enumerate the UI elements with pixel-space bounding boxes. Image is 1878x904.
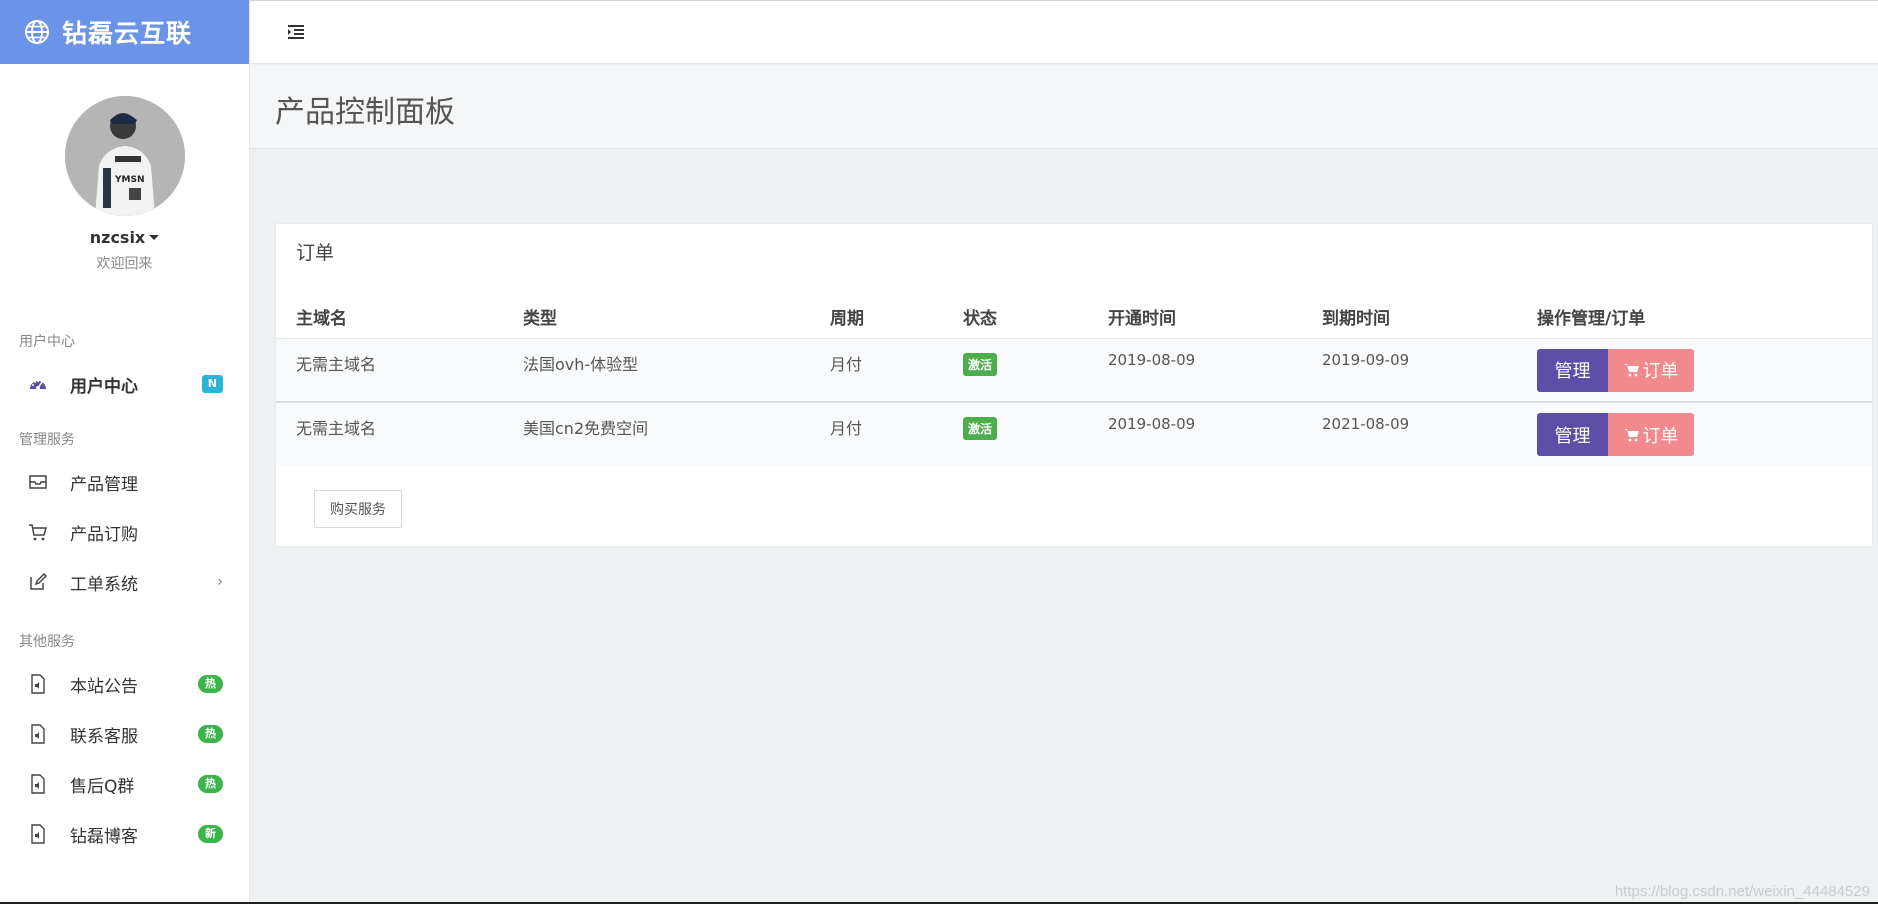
sidebar-item-label: 产品订购: [70, 524, 138, 545]
cell-end-date: 2019-09-09: [1322, 350, 1410, 369]
hot-badge: 热: [198, 725, 223, 743]
column-header: 状态: [963, 309, 997, 330]
globe-icon: [25, 20, 49, 44]
action-button-group: 管理 订单: [1537, 413, 1694, 456]
orders-card: 订单 主域名 类型 周期 状态 开通时间 到期时间 操作管理/订单 无需主域名 …: [275, 223, 1873, 547]
avatar-image: YMSN: [64, 96, 185, 216]
page-header: 产品控制面板: [250, 65, 1878, 149]
sidebar-item-ticket-system[interactable]: 工单系统 ›: [0, 557, 249, 607]
nav-section-user-center: 用户中心: [19, 334, 75, 350]
order-button-label: 订单: [1642, 425, 1679, 447]
username: nzcsix: [89, 228, 146, 247]
sidebar-item-contact-support[interactable]: 联系客服 热: [0, 709, 249, 759]
cell-actions: 管理 订单: [1517, 338, 1872, 402]
sidebar-item-label: 售后Q群: [70, 776, 135, 797]
nav-section-management: 管理服务: [19, 432, 75, 448]
audio-file-icon: [28, 724, 48, 744]
caret-down-icon: [149, 235, 160, 240]
cell-actions: 管理 订单: [1517, 402, 1872, 466]
manage-button[interactable]: 管理: [1537, 413, 1608, 456]
sidebar-item-qq-group[interactable]: 售后Q群 热: [0, 759, 249, 809]
card-title: 订单: [296, 242, 335, 264]
audio-file-icon: [28, 824, 48, 844]
nav-section-other: 其他服务: [19, 634, 75, 650]
inbox-icon: [28, 472, 48, 492]
avatar[interactable]: YMSN: [64, 96, 185, 216]
table-row: 无需主域名 美国cn2免费空间 月付 激活 2019-08-09 2021-08…: [276, 402, 1872, 466]
welcome-text: 欢迎回来: [96, 256, 153, 272]
sidebar-item-announcement[interactable]: 本站公告 热: [0, 659, 249, 709]
top-bar: [250, 0, 1878, 64]
svg-text:YMSN: YMSN: [114, 175, 145, 185]
cart-icon: [1623, 364, 1639, 377]
cell-start-date: 2019-08-09: [1108, 415, 1196, 433]
dashboard-icon: [28, 374, 48, 394]
buy-service-button[interactable]: 购买服务: [314, 490, 402, 528]
page-title: 产品控制面板: [275, 95, 455, 130]
username-dropdown[interactable]: nzcsix: [90, 228, 160, 247]
sidebar-item-label: 联系客服: [70, 726, 138, 747]
cell-type: 美国cn2免费空间: [523, 419, 649, 438]
hot-badge: 热: [198, 675, 223, 693]
status-badge: 激活: [963, 352, 998, 376]
status-badge: 激活: [963, 417, 998, 440]
sidebar-item-product-management[interactable]: 产品管理: [0, 457, 249, 507]
cell-domain: 无需主域名: [296, 419, 377, 438]
column-header: 类型: [523, 309, 557, 330]
cell-end-date: 2021-08-09: [1322, 415, 1410, 433]
order-button[interactable]: 订单: [1608, 348, 1694, 392]
table-header-row: 主域名 类型 周期 状态 开通时间 到期时间 操作管理/订单: [276, 296, 1872, 338]
column-header: 主域名: [296, 309, 347, 330]
sidebar-item-product-order[interactable]: 产品订购: [0, 507, 249, 557]
column-header: 操作管理/订单: [1537, 309, 1646, 330]
cell-type: 法国ovh-体验型: [523, 354, 639, 374]
cart-icon: [28, 522, 48, 542]
column-header: 开通时间: [1108, 309, 1176, 330]
cell-domain: 无需主域名: [296, 354, 377, 374]
sidebar-item-blog[interactable]: 钻磊博客 新: [0, 809, 249, 859]
manage-button[interactable]: 管理: [1537, 348, 1608, 392]
sidebar-item-label: 产品管理: [70, 474, 138, 495]
sidebar-item-label: 用户中心: [70, 376, 138, 397]
order-button[interactable]: 订单: [1608, 413, 1694, 456]
order-button-label: 订单: [1642, 361, 1679, 382]
cell-cycle: 月付: [830, 354, 863, 374]
sidebar-item-user-center[interactable]: 用户中心 N: [0, 359, 249, 409]
new-badge: N: [201, 375, 223, 393]
cart-icon: [1623, 428, 1639, 441]
watermark: https://blog.csdn.net/weixin_44484529: [1614, 883, 1870, 900]
cell-start-date: 2019-08-09: [1108, 350, 1196, 369]
audio-file-icon: [28, 674, 48, 694]
sidebar-item-label: 本站公告: [70, 676, 138, 697]
cell-status: 激活: [943, 338, 1088, 402]
new-badge: 新: [198, 825, 223, 843]
edit-icon: [28, 572, 48, 592]
column-header: 到期时间: [1322, 309, 1390, 330]
menu-toggle-icon[interactable]: [286, 23, 306, 45]
cell-cycle: 月付: [830, 419, 863, 438]
table-row: 无需主域名 法国ovh-体验型 月付 激活 2019-08-09 2019-09…: [276, 338, 1872, 402]
audio-file-icon: [28, 774, 48, 794]
sidebar-item-label: 工单系统: [70, 574, 138, 595]
brand-name: 钻磊云互联: [62, 19, 193, 48]
orders-table: 主域名 类型 周期 状态 开通时间 到期时间 操作管理/订单 无需主域名 法国o…: [276, 296, 1872, 466]
hot-badge: 热: [198, 775, 223, 793]
brand-header[interactable]: 钻磊云互联: [0, 0, 249, 64]
chevron-right-icon: ›: [217, 574, 223, 590]
profile: YMSN nzcsix 欢迎回来: [0, 64, 249, 273]
action-button-group: 管理 订单: [1537, 348, 1694, 392]
cell-status: 激活: [943, 402, 1088, 466]
sidebar-item-label: 钻磊博客: [70, 826, 138, 847]
sidebar: 钻磊云互联 YMSN nzcsix 欢迎回来 用户中心 用户中心 N 管理服务 …: [0, 0, 250, 904]
column-header: 周期: [830, 309, 864, 330]
